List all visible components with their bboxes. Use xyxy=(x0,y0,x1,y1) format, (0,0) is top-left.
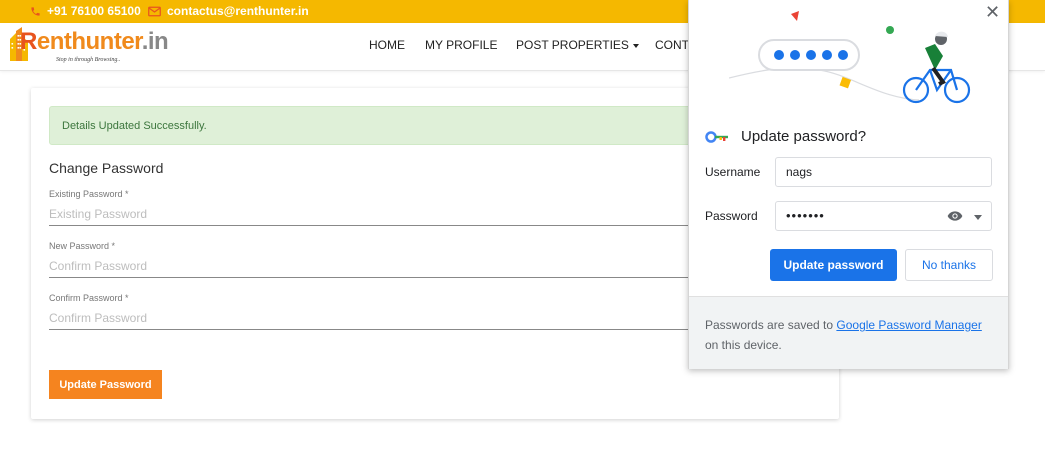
renthunter-logo[interactable]: Renthunter.in Stop in through Browsing.. xyxy=(8,27,169,69)
nav-my-profile[interactable]: MY PROFILE xyxy=(425,38,497,52)
confirm-password-label: Confirm Password * xyxy=(49,293,129,303)
password-label: Password xyxy=(705,209,758,223)
update-password-button[interactable]: Update Password xyxy=(49,370,162,399)
nav-home[interactable]: HOME xyxy=(369,38,405,52)
username-field[interactable]: nags xyxy=(775,157,992,187)
section-title: Change Password xyxy=(49,160,164,176)
popup-title: Update password? xyxy=(741,128,867,145)
close-icon[interactable]: ✕ xyxy=(985,2,1000,23)
envelope-icon xyxy=(148,6,161,17)
cyclist-illustration xyxy=(729,11,971,104)
existing-password-label: Existing Password * xyxy=(49,189,129,199)
password-field[interactable]: ••••••• xyxy=(775,201,992,231)
caret-down-icon xyxy=(632,43,639,48)
phone-contact[interactable]: +91 76100 65100 xyxy=(30,4,141,18)
phone-icon xyxy=(30,6,41,17)
eye-icon[interactable] xyxy=(947,210,963,222)
update-password-dialog: ✕ Update password? Username nags Passwor… xyxy=(688,0,1009,369)
update-password-confirm-button[interactable]: Update password xyxy=(770,249,897,281)
footer-text-prefix: Passwords are saved to xyxy=(705,318,837,332)
key-icon xyxy=(705,130,728,143)
nav-post-properties-label: POST PROPERTIES xyxy=(516,38,629,52)
logo-wordmark: Renthunter.in xyxy=(20,28,169,55)
password-manager-link[interactable]: Google Password Manager xyxy=(836,318,981,332)
no-thanks-button[interactable]: No thanks xyxy=(905,249,993,281)
email-contact[interactable]: contactus@renthunter.in xyxy=(148,4,309,18)
nav-post-properties[interactable]: POST PROPERTIES xyxy=(516,38,639,52)
logo-tagline: Stop in through Browsing.. xyxy=(56,57,121,63)
footer-text-suffix: on this device. xyxy=(705,338,782,352)
password-value: ••••••• xyxy=(786,208,825,223)
email-address: contactus@renthunter.in xyxy=(167,4,309,18)
new-password-label: New Password * xyxy=(49,241,116,251)
phone-number: +91 76100 65100 xyxy=(47,4,141,18)
popup-footer: Passwords are saved to Google Password M… xyxy=(689,296,1008,369)
username-label: Username xyxy=(705,165,761,179)
popup-header: Update password? xyxy=(705,128,866,145)
dropdown-arrow-icon[interactable] xyxy=(974,215,982,220)
